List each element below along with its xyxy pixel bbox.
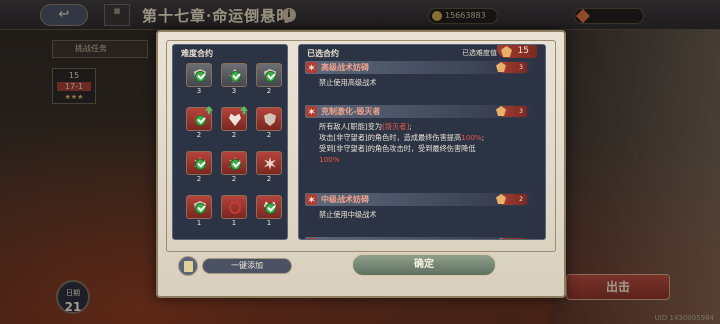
contract-tile-level: 1 (266, 219, 272, 227)
contract-tile-level: 1 (231, 219, 237, 227)
contract-tile-face (256, 63, 282, 87)
contract-tile[interactable]: 2 (256, 63, 282, 97)
description-fragment: ; (409, 122, 412, 131)
contract-tile-face (221, 106, 248, 131)
quick-add-button[interactable]: 一键添加 (202, 258, 292, 274)
contract-tile-face (256, 151, 282, 175)
contract-tile[interactable]: 2 (256, 107, 282, 141)
contract-description-line: 攻击[非守望者]的角色时，造成最终伤害提高100%; (319, 132, 541, 143)
checkmark-icon (230, 159, 241, 170)
contract-tile-face (221, 195, 247, 219)
contract-description-line: 100% (319, 154, 541, 165)
contract-tile-face (221, 151, 247, 175)
contract-type-icon (306, 62, 317, 73)
contract-tile-face (221, 63, 247, 87)
contract-description-line: 禁止使用中级战术 (319, 210, 377, 219)
difficulty-contract-pane: 难度合约 3 3 2 2 2 2 2 2 2 1 1 1 (172, 44, 288, 240)
description-fragment: [毁灭者] (382, 122, 410, 131)
ban-icon (229, 201, 241, 214)
contract-tile-face (186, 106, 213, 131)
contract-description: 所有敌人[职能]变为[毁灭者]; 攻击[非守望者]的角色时，造成最终伤害提高100… (305, 118, 541, 165)
contract-tile[interactable]: 1 (186, 195, 212, 229)
contract-modal: 难度合约 3 3 2 2 2 2 2 2 2 1 1 1 已选合约 已选难度值 15 高级战术妨碍 3 禁… (156, 30, 566, 298)
contract-header: 高级战术妨碍 3 (305, 61, 541, 74)
contract-cost: 3 (501, 106, 527, 117)
contract-header: 克制激化-毁灭者 3 (305, 105, 541, 118)
selected-contract[interactable]: 中级战术妨碍 2 禁止使用中级战术 (305, 193, 541, 220)
description-fragment: ; (481, 133, 485, 142)
checkmark-icon (195, 71, 206, 82)
checkmark-icon (265, 71, 276, 82)
heart-icon (229, 113, 241, 126)
selected-contract[interactable]: 高级战术妨碍 3 禁止使用高级战术 (305, 61, 541, 88)
description-fragment: 所有敌人[职能]变为 (319, 122, 383, 131)
contract-tile-level: 2 (231, 131, 237, 139)
contract-cost: 3 (501, 62, 527, 73)
contract-type-icon (306, 238, 317, 239)
upgrade-arrow-icon (205, 106, 213, 114)
upgrade-arrow-icon (240, 106, 248, 114)
contract-book-icon[interactable] (178, 256, 198, 276)
selected-difficulty-label: 已选难度值 (462, 49, 497, 57)
contract-tile[interactable]: 3 (186, 63, 212, 97)
contract-name: 高级战术妨碍 (321, 63, 369, 72)
contract-tile-face (186, 151, 212, 175)
contract-tile[interactable]: 1 (221, 195, 247, 229)
shield-icon (264, 113, 276, 126)
contract-tile-face (256, 195, 282, 219)
checkmark-icon (265, 203, 276, 214)
contract-tile-level: 2 (266, 131, 272, 139)
contract-cost: 2 (501, 194, 527, 205)
contract-tile-face (186, 195, 212, 219)
contract-tile-face (186, 63, 212, 87)
contract-description-line: 受到[非守望者]的角色攻击时，受到最终伤害降低 (319, 143, 541, 154)
contract-tile[interactable]: 1 (256, 195, 282, 229)
contract-tile-level: 3 (196, 87, 202, 95)
contract-tile[interactable]: 3 (221, 63, 247, 97)
contract-description-line: 禁止使用高级战术 (319, 78, 377, 87)
checkmark-icon (195, 115, 206, 126)
description-fragment: 100% (319, 155, 340, 164)
contract-tile-level: 3 (231, 87, 237, 95)
contract-tile-level: 2 (196, 175, 202, 183)
contract-tile-level: 2 (231, 175, 237, 183)
contract-tile[interactable]: 2 (221, 106, 248, 141)
contract-tile-level: 2 (266, 175, 272, 183)
contract-description-line: 所有敌人[职能]变为[毁灭者]; (319, 121, 541, 132)
contract-description: 禁止使用高级战术 (305, 74, 541, 88)
contract-tile-face (256, 107, 282, 131)
contract-type-icon (306, 106, 317, 117)
burst-icon (264, 157, 276, 170)
contract-tile[interactable]: 2 (256, 151, 282, 185)
description-fragment: 100% (461, 133, 482, 142)
contract-tile[interactable]: 2 (186, 106, 213, 141)
contract-cost: 2 (501, 238, 527, 239)
checkmark-icon (195, 159, 206, 170)
contract-type-icon (306, 194, 317, 205)
selected-contracts-pane[interactable]: 已选合约 已选难度值 15 高级战术妨碍 3 禁止使用高级战术 克制激化-毁灭者 3 所有… (298, 44, 546, 240)
description-fragment: 受到[非守望者]的角色攻击时，受到最终伤害降低 (319, 144, 476, 153)
contract-header: 中级战术妨碍 2 (305, 193, 541, 206)
checkmark-icon (230, 71, 241, 82)
contract-name: 克制激化-毁灭者 (321, 107, 381, 116)
contract-tile-level: 2 (196, 131, 202, 139)
selected-contracts-title: 已选合约 (307, 49, 339, 58)
selected-contract[interactable]: 单体攻击防护 2 (305, 237, 541, 239)
selected-contract[interactable]: 克制激化-毁灭者 3 所有敌人[职能]变为[毁灭者]; 攻击[非守望者]的角色时，造成… (305, 105, 541, 165)
contract-description: 禁止使用中级战术 (305, 206, 541, 220)
contract-tile-level: 1 (196, 219, 202, 227)
contract-tile-level: 2 (266, 87, 272, 95)
confirm-button[interactable]: 确定 (352, 254, 496, 276)
contract-tile[interactable]: 2 (221, 151, 247, 185)
selected-difficulty-value: 15 (497, 45, 537, 58)
contract-name: 单体攻击防护 (321, 237, 369, 239)
description-fragment: 攻击[非守望者]的角色时，造成最终伤害提高 (319, 133, 462, 142)
difficulty-contract-title: 难度合约 (181, 49, 213, 58)
contract-name: 中级战术妨碍 (321, 195, 369, 204)
contract-tile[interactable]: 2 (186, 151, 212, 185)
checkmark-icon (195, 203, 206, 214)
contract-header: 单体攻击防护 2 (305, 237, 541, 239)
